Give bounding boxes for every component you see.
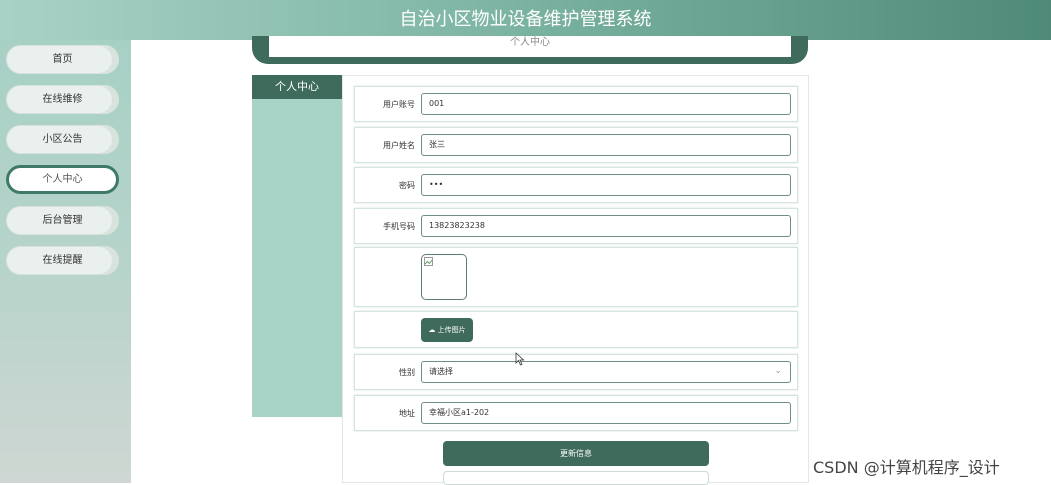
gender-select[interactable]: 请选择 ⌄ (421, 361, 791, 383)
form-row-gender: 性别 请选择 ⌄ (354, 354, 798, 390)
password-input[interactable]: ••• (421, 174, 791, 196)
side-panel: 个人中心 (252, 75, 342, 417)
sidebar-item-label: 后台管理 (42, 215, 83, 226)
gender-select-value: 请选择 (429, 367, 453, 376)
app-title: 自治小区物业设备维护管理系统 (399, 9, 652, 30)
form-row-upload: ☁ 上传图片 (354, 311, 798, 348)
address-input[interactable]: 幸福小区a1-202 (421, 402, 791, 424)
upload-image-button[interactable]: ☁ 上传图片 (421, 318, 473, 342)
sidebar-item-label: 小区公告 (42, 134, 83, 145)
sidebar-item-home[interactable]: 首页 (6, 45, 119, 74)
sidebar-item-admin[interactable]: 后台管理 (6, 206, 119, 235)
panel-title: 个人中心 (252, 75, 342, 99)
phone-input[interactable]: 13823823238 (421, 215, 791, 237)
sidebar-item-label: 首页 (52, 54, 73, 65)
password-label: 密码 (399, 181, 415, 190)
form-row-avatar (354, 247, 798, 307)
upload-button-label: 上传图片 (437, 326, 466, 334)
form-row-phone: 手机号码 13823823238 (354, 208, 798, 244)
avatar-image[interactable] (421, 254, 467, 300)
form-row-address: 地址 幸福小区a1-202 (354, 395, 798, 431)
sidebar-item-reminders[interactable]: 在线提醒 (6, 246, 119, 275)
section-title-card: 个人中心 (252, 36, 808, 64)
upload-cloud-icon: ☁ (428, 326, 436, 334)
form-row-account: 用户账号 001 (354, 86, 798, 122)
sidebar-item-label: 在线维修 (42, 94, 83, 105)
form-row-name: 用户姓名 张三 (354, 127, 798, 163)
gender-label: 性别 (399, 368, 415, 377)
sidebar-item-online-repair[interactable]: 在线维修 (6, 85, 119, 114)
phone-label: 手机号码 (383, 222, 415, 231)
section-title: 个人中心 (269, 36, 791, 57)
name-input[interactable]: 张三 (421, 134, 791, 156)
sidebar: 首页 在线维修 小区公告 个人中心 后台管理 在线提醒 (0, 40, 131, 483)
sidebar-item-label: 在线提醒 (42, 255, 83, 266)
sidebar-item-label: 个人中心 (42, 174, 83, 185)
chevron-down-icon: ⌄ (774, 366, 782, 376)
account-input[interactable]: 001 (421, 93, 791, 115)
sidebar-item-announcements[interactable]: 小区公告 (6, 125, 119, 154)
name-label: 用户姓名 (383, 141, 415, 150)
update-info-button[interactable]: 更新信息 (443, 441, 709, 466)
watermark: CSDN @计算机程序_设计 (813, 458, 1000, 477)
broken-image-icon (424, 257, 433, 266)
form-row-password: 密码 ••• (354, 167, 798, 203)
address-label: 地址 (399, 409, 415, 418)
mouse-cursor-icon (515, 352, 525, 366)
account-label: 用户账号 (383, 100, 415, 109)
app-header: 自治小区物业设备维护管理系统 (0, 0, 1051, 40)
sidebar-item-personal-center[interactable]: 个人中心 (6, 165, 119, 194)
